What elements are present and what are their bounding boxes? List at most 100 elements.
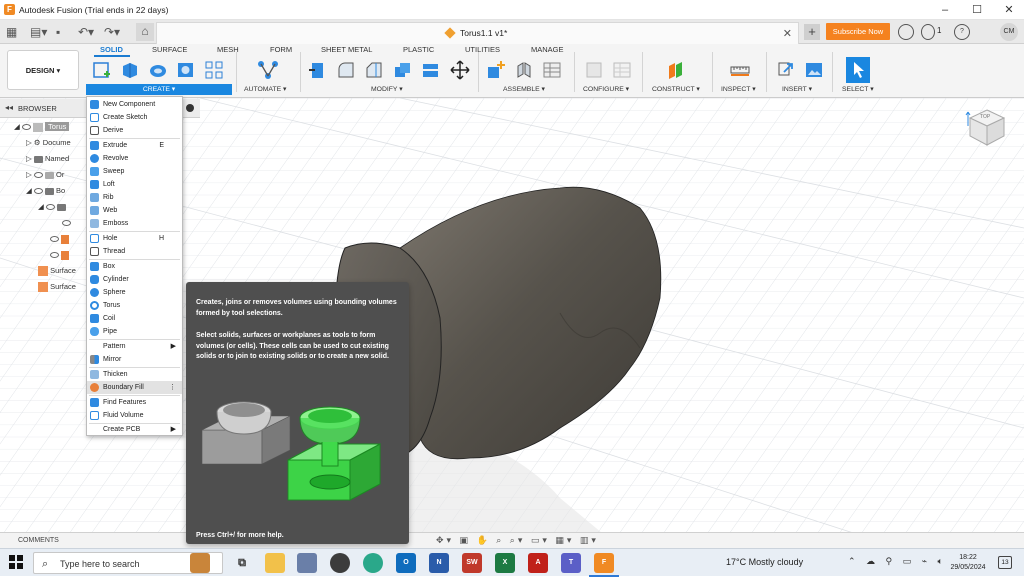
tree-item-subfolder[interactable]: ◢ — [38, 201, 66, 213]
windows-start-icon[interactable] — [9, 555, 23, 569]
menu-item-sweep[interactable]: Sweep — [87, 165, 182, 178]
configuration-table-icon[interactable] — [612, 60, 632, 80]
apps-grid-icon[interactable]: ▦ — [6, 24, 17, 40]
menu-item-torus[interactable]: Torus — [87, 299, 182, 312]
visibility-eye-icon[interactable] — [33, 188, 43, 195]
configure-icon[interactable] — [584, 60, 604, 80]
clock[interactable]: 18:22 29/05/2024 — [950, 553, 986, 573]
visibility-eye-icon[interactable] — [50, 252, 59, 259]
notification-center-icon[interactable]: 13 — [998, 556, 1012, 569]
menu-item-sphere[interactable]: Sphere — [87, 286, 182, 299]
menu-item-loft[interactable]: Loft — [87, 178, 182, 191]
tree-item-surface[interactable]: Surface — [38, 265, 76, 277]
tab-form[interactable]: FORM — [270, 45, 292, 54]
menu-item-emboss[interactable]: Emboss — [87, 217, 182, 230]
select-menu-button[interactable]: SELECT ▾ — [842, 85, 874, 93]
undo-icon[interactable]: ↶▾ — [78, 24, 94, 40]
shell-icon[interactable] — [392, 60, 412, 80]
menu-item-coil[interactable]: Coil — [87, 312, 182, 325]
tree-root-item[interactable]: ◢ Torus — [14, 121, 70, 133]
menu-item-mirror[interactable]: Mirror — [87, 353, 182, 366]
collapse-browser-icon[interactable]: ◂◂ — [5, 103, 13, 112]
outlook-icon[interactable]: O — [396, 553, 416, 573]
extensions-icon[interactable] — [898, 24, 914, 40]
tab-surface[interactable]: SURFACE — [152, 45, 187, 54]
comments-panel-label[interactable]: COMMENTS — [18, 537, 59, 544]
file-menu-icon[interactable]: ▤▾ — [30, 24, 47, 40]
workspace-switcher[interactable]: DESIGN ▾ — [7, 50, 79, 90]
visibility-eye-icon[interactable] — [33, 172, 43, 179]
construct-menu-button[interactable]: CONSTRUCT ▾ — [652, 85, 700, 93]
chamfer-icon[interactable] — [364, 60, 384, 80]
extrude-icon[interactable] — [120, 60, 140, 80]
menu-item-new-component[interactable]: New Component — [87, 98, 182, 111]
app-icon[interactable] — [297, 553, 317, 573]
system-tray-icons[interactable]: ⌃ ☁ ⚲ ▭ ⌁ 🔈︎ — [848, 556, 947, 567]
menu-item-create-sketch[interactable]: Create Sketch — [87, 111, 182, 124]
visibility-eye-icon[interactable] — [45, 204, 55, 211]
menu-item-hole[interactable]: Hole H — [87, 232, 182, 245]
insert-derive-icon[interactable] — [776, 60, 796, 80]
menu-item-pipe[interactable]: Pipe — [87, 325, 182, 338]
menu-item-web[interactable]: Web — [87, 204, 182, 217]
view-cube[interactable]: TOP — [960, 104, 1014, 156]
tab-utilities[interactable]: UTILITIES — [465, 45, 500, 54]
automate-icon[interactable] — [256, 60, 280, 80]
menu-item-find-features[interactable]: Find Features — [87, 396, 182, 409]
insert-menu-button[interactable]: INSERT ▾ — [782, 85, 812, 93]
menu-item-rib[interactable]: Rib — [87, 191, 182, 204]
new-tab-button[interactable]: + — [804, 24, 820, 40]
as-built-joint-icon[interactable] — [542, 60, 562, 80]
menu-item-boundary-fill[interactable]: Boundary Fill ⋮ — [87, 381, 182, 394]
hole-icon[interactable] — [176, 60, 196, 80]
job-status-icon[interactable] — [921, 24, 935, 40]
menu-item-revolve[interactable]: Revolve — [87, 152, 182, 165]
joint-icon[interactable] — [514, 60, 534, 80]
menu-item-fluid-volume[interactable]: Fluid Volume — [87, 409, 182, 422]
menu-item-pattern[interactable]: Pattern ▶ — [87, 340, 182, 353]
visibility-eye-icon[interactable] — [62, 220, 71, 227]
tab-solid[interactable]: SOLID — [100, 45, 123, 54]
modify-menu-button[interactable]: MODIFY ▾ — [371, 85, 403, 93]
redo-icon[interactable]: ↷▾ — [104, 24, 120, 40]
tree-item-surface[interactable]: Surface — [38, 281, 76, 293]
tree-item-body[interactable] — [62, 217, 71, 229]
help-icon[interactable]: ? — [954, 24, 970, 40]
measure-icon[interactable] — [730, 60, 750, 80]
menu-item-thread[interactable]: Thread — [87, 245, 182, 258]
save-icon[interactable]: ▪ — [56, 24, 60, 40]
home-icon[interactable]: ⌂ — [136, 23, 154, 41]
fillet-icon[interactable] — [336, 60, 356, 80]
edge-browser-icon[interactable] — [363, 553, 383, 573]
tab-plastic[interactable]: PLASTIC — [403, 45, 434, 54]
automate-menu-button[interactable]: AUTOMATE ▾ — [244, 85, 286, 93]
file-explorer-icon[interactable] — [265, 553, 285, 573]
rectangular-pattern-icon[interactable] — [204, 60, 224, 80]
acrobat-icon[interactable]: A — [528, 553, 548, 573]
inspect-menu-button[interactable]: INSPECT ▾ — [721, 85, 756, 93]
minimize-button[interactable]: – — [930, 2, 960, 18]
select-tool-button[interactable] — [846, 57, 870, 83]
menu-item-extrude[interactable]: Extrude E — [87, 139, 182, 152]
tree-item-origin[interactable]: ▷ Or — [26, 169, 64, 181]
pin-icon[interactable] — [186, 104, 194, 112]
avatar[interactable]: CM — [1000, 23, 1018, 41]
offset-plane-icon[interactable] — [666, 60, 686, 80]
create-sketch-icon[interactable] — [92, 60, 112, 80]
revolve-icon[interactable] — [148, 60, 168, 80]
weather-widget[interactable]: 17°C Mostly cloudy — [726, 557, 803, 567]
excel-icon[interactable]: X — [495, 553, 515, 573]
press-pull-icon[interactable] — [308, 60, 328, 80]
move-copy-icon[interactable] — [450, 60, 470, 80]
maximize-button[interactable]: ☐ — [962, 2, 992, 18]
menu-item-cylinder[interactable]: Cylinder — [87, 273, 182, 286]
menu-item-box[interactable]: Box — [87, 260, 182, 273]
tree-item-document-settings[interactable]: ▷ ⚙ Docume — [26, 137, 71, 149]
assemble-menu-button[interactable]: ASSEMBLE ▾ — [503, 85, 545, 93]
tree-item-body[interactable] — [50, 249, 70, 261]
briefcase-icon[interactable] — [190, 553, 210, 573]
tab-manage[interactable]: MANAGE — [531, 45, 564, 54]
insert-image-icon[interactable] — [804, 60, 824, 80]
menu-item-create-pcb[interactable]: Create PCB ▶ — [87, 423, 182, 436]
more-options-icon[interactable]: ⋮ — [169, 381, 176, 394]
